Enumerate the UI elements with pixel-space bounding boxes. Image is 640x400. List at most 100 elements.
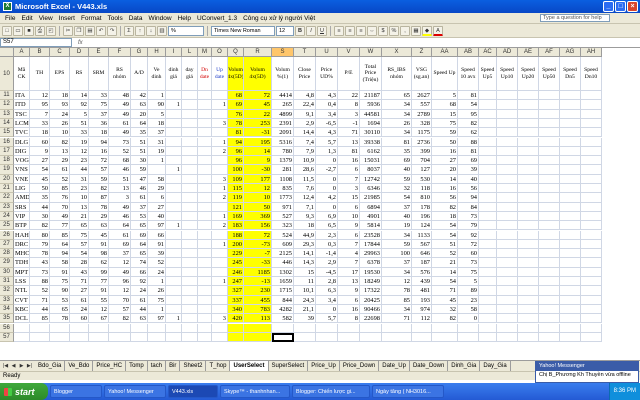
table-cell[interactable]: 9,3 bbox=[294, 211, 316, 222]
table-cell[interactable]: 13 bbox=[70, 202, 89, 212]
row-header[interactable]: 19 bbox=[0, 165, 14, 175]
table-cell[interactable]: 34 bbox=[382, 109, 412, 119]
table-cell[interactable]: 69 bbox=[382, 156, 412, 166]
table-cell[interactable]: 16 bbox=[432, 146, 458, 157]
table-cell[interactable]: 94 bbox=[458, 193, 479, 203]
table-cell[interactable]: 51 bbox=[70, 118, 89, 129]
table-cell[interactable] bbox=[560, 165, 581, 175]
table-cell[interactable]: 29,3 bbox=[294, 239, 316, 250]
table-cell[interactable]: 37 bbox=[89, 109, 109, 119]
table-cell[interactable]: 76 bbox=[50, 193, 70, 203]
table-cell[interactable]: 12 bbox=[109, 258, 131, 268]
table-cell[interactable] bbox=[166, 109, 182, 119]
column-header[interactable]: B bbox=[30, 48, 50, 57]
table-cell[interactable]: LSS bbox=[14, 277, 30, 287]
table-cell[interactable] bbox=[14, 323, 30, 333]
table-cell[interactable] bbox=[539, 184, 560, 194]
table-cell[interactable]: 420 bbox=[228, 314, 244, 324]
table-cell[interactable]: 10 bbox=[70, 193, 89, 203]
table-cell[interactable] bbox=[581, 323, 602, 333]
table-cell[interactable]: 69 bbox=[228, 100, 244, 110]
table-cell[interactable] bbox=[539, 277, 560, 287]
table-cell[interactable] bbox=[198, 193, 212, 203]
table-cell[interactable]: 195 bbox=[244, 137, 272, 147]
table-cell[interactable]: 124 bbox=[412, 221, 432, 231]
table-cell[interactable] bbox=[518, 118, 539, 129]
table-cell[interactable] bbox=[198, 128, 212, 138]
table-cell[interactable] bbox=[518, 258, 539, 268]
table-cell[interactable] bbox=[560, 118, 581, 129]
table-cell[interactable] bbox=[89, 323, 109, 333]
table-cell[interactable] bbox=[479, 221, 497, 231]
table-cell[interactable]: 72 bbox=[458, 239, 479, 250]
table-cell[interactable]: 14 bbox=[244, 146, 272, 157]
table-cell[interactable]: 12,4 bbox=[294, 193, 316, 203]
table-cell[interactable]: 93 bbox=[50, 100, 70, 110]
table-cell[interactable]: 18249 bbox=[360, 277, 382, 287]
table-cell[interactable]: 37 bbox=[109, 249, 131, 259]
table-cell[interactable] bbox=[198, 156, 212, 166]
table-cell[interactable] bbox=[360, 323, 382, 333]
table-cell[interactable]: 23 bbox=[70, 184, 89, 194]
table-cell[interactable] bbox=[497, 249, 518, 259]
table-cell[interactable]: 10,9 bbox=[294, 156, 316, 166]
table-cell[interactable]: 1659 bbox=[272, 277, 294, 287]
column-header[interactable]: T bbox=[294, 48, 316, 57]
table-cell[interactable]: 54 bbox=[432, 277, 458, 287]
table-cell[interactable]: 21985 bbox=[360, 193, 382, 203]
table-cell[interactable] bbox=[497, 277, 518, 287]
table-cell[interactable] bbox=[182, 258, 198, 268]
table-cell[interactable]: 63 bbox=[89, 221, 109, 231]
table-cell[interactable]: 61 bbox=[70, 295, 89, 305]
row-header[interactable]: 27 bbox=[0, 239, 14, 250]
align-left-icon[interactable]: ≡ bbox=[334, 25, 344, 36]
row-header[interactable]: 26 bbox=[0, 230, 14, 240]
table-cell[interactable] bbox=[560, 239, 581, 250]
table-cell[interactable] bbox=[539, 118, 560, 129]
table-cell[interactable]: 94 bbox=[50, 249, 70, 259]
table-cell[interactable]: 65 bbox=[70, 221, 89, 231]
table-cell[interactable] bbox=[518, 286, 539, 296]
table-cell[interactable]: 115 bbox=[228, 184, 244, 194]
column-header[interactable]: W bbox=[360, 48, 382, 57]
table-cell[interactable] bbox=[212, 156, 228, 166]
table-cell[interactable]: 32 bbox=[382, 184, 412, 194]
table-cell[interactable] bbox=[479, 211, 497, 222]
table-cell[interactable]: DCL bbox=[14, 314, 30, 324]
header-cell[interactable]: RS nhóm bbox=[109, 57, 131, 91]
table-cell[interactable]: 16 bbox=[432, 184, 458, 194]
table-cell[interactable]: 35 bbox=[30, 193, 50, 203]
table-cell[interactable]: 82 bbox=[50, 137, 70, 147]
table-cell[interactable]: 82 bbox=[30, 221, 50, 231]
table-cell[interactable] bbox=[198, 230, 212, 240]
sheet-tab[interactable]: SuperSelect bbox=[268, 361, 309, 371]
menu-insert[interactable]: Insert bbox=[56, 15, 78, 22]
table-cell[interactable] bbox=[182, 221, 198, 231]
table-cell[interactable]: 21 bbox=[70, 211, 89, 222]
table-cell[interactable]: 39 bbox=[458, 165, 479, 175]
table-cell[interactable] bbox=[198, 100, 212, 110]
table-cell[interactable]: TDH bbox=[14, 258, 30, 268]
table-cell[interactable]: 4899 bbox=[272, 109, 294, 119]
table-cell[interactable]: 12 bbox=[70, 146, 89, 157]
table-cell[interactable]: 8037 bbox=[360, 165, 382, 175]
table-cell[interactable]: 44 bbox=[30, 202, 50, 212]
table-cell[interactable]: 1302 bbox=[272, 267, 294, 277]
table-cell[interactable] bbox=[581, 277, 602, 287]
table-cell[interactable]: 96 bbox=[228, 146, 244, 157]
table-cell[interactable] bbox=[182, 174, 198, 184]
table-cell[interactable] bbox=[560, 137, 581, 147]
table-cell[interactable] bbox=[479, 277, 497, 287]
table-cell[interactable]: ITD bbox=[14, 100, 30, 110]
table-cell[interactable]: 524 bbox=[272, 230, 294, 240]
table-cell[interactable]: 6346 bbox=[360, 184, 382, 194]
table-cell[interactable] bbox=[182, 109, 198, 119]
table-cell[interactable] bbox=[166, 277, 182, 287]
start-button[interactable]: start bbox=[0, 383, 48, 400]
table-cell[interactable] bbox=[560, 304, 581, 315]
table-cell[interactable] bbox=[198, 202, 212, 212]
table-cell[interactable]: 91 bbox=[50, 267, 70, 277]
table-cell[interactable] bbox=[581, 202, 602, 212]
table-cell[interactable]: 230 bbox=[244, 286, 272, 296]
table-cell[interactable] bbox=[518, 239, 539, 250]
